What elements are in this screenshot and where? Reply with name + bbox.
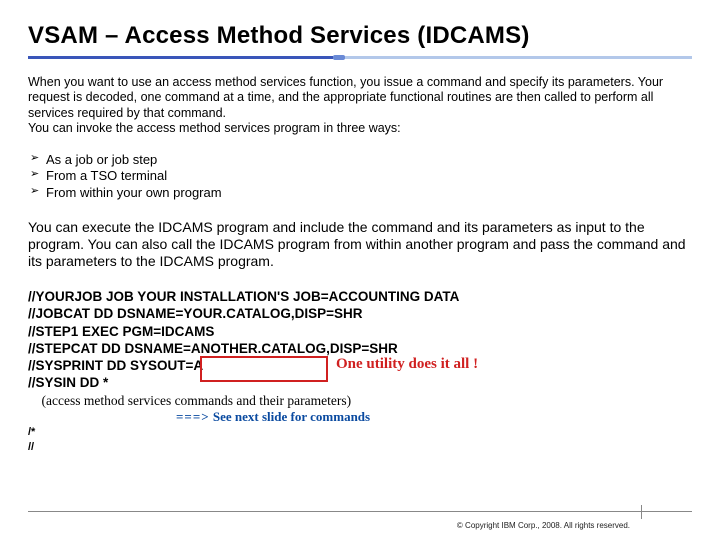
slide: VSAM – Access Method Services (IDCAMS) W… <box>0 0 720 540</box>
arrow-icon: ===> <box>176 409 210 424</box>
accent-divider <box>28 56 692 59</box>
jcl-trailer: // <box>28 440 692 454</box>
jcl-line: //JOBCAT DD DSNAME=YOUR.CATALOG,DISP=SHR <box>28 305 692 322</box>
jcl-line: //YOURJOB JOB YOUR INSTALLATION'S JOB=AC… <box>28 288 692 305</box>
jcl-line: //STEP1 EXEC PGM=IDCAMS <box>28 323 692 340</box>
footer-divider <box>28 511 692 512</box>
copyright-text: © Copyright IBM Corp., 2008. All rights … <box>457 521 630 530</box>
see-next-line: ===> See next slide for commands <box>176 409 692 426</box>
list-item: From within your own program <box>30 185 692 201</box>
jcl-trailer: /* <box>28 425 692 439</box>
page-title: VSAM – Access Method Services (IDCAMS) <box>28 22 692 50</box>
callout-text: One utility does it all ! <box>336 356 478 373</box>
jcl-line: //SYSIN DD * <box>28 374 692 391</box>
exec-paragraph: You can execute the IDCAMS program and i… <box>28 219 692 270</box>
jcl-line: //STEPCAT DD DSNAME=ANOTHER.CATALOG,DISP… <box>28 340 692 357</box>
list-item: As a job or job step <box>30 152 692 168</box>
jcl-comment: (access method services commands and the… <box>28 392 692 409</box>
footer-tick <box>641 505 642 519</box>
see-next-text: See next slide for commands <box>213 409 370 424</box>
intro-paragraph: When you want to use an access method se… <box>28 75 692 136</box>
list-item: From a TSO terminal <box>30 168 692 184</box>
invocation-list: As a job or job step From a TSO terminal… <box>28 152 692 201</box>
